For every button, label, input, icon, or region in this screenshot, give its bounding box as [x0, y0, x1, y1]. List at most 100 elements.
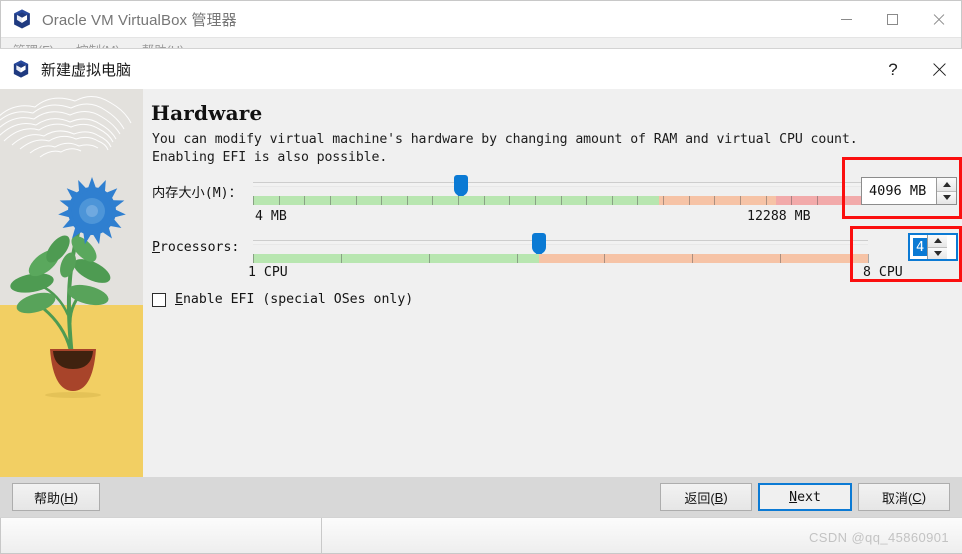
wizard-page-content: Hardware You can modify virtual machine'… [143, 89, 962, 479]
processors-slider-handle[interactable] [531, 233, 546, 254]
flower-pot-illustration [0, 89, 143, 479]
scale-tick [278, 196, 280, 205]
next-button[interactable]: Next [758, 483, 852, 511]
back-button[interactable]: 返回(B) [660, 483, 752, 511]
scale-tick [253, 254, 254, 263]
help-button-accel: H [64, 489, 74, 505]
processors-row: Processors: 1 CPU 8 CPU 4 [143, 231, 962, 287]
help-button-prefix: 帮助( [33, 490, 65, 506]
processors-max-label: 8 CPU [863, 265, 903, 280]
memory-decrement-button[interactable] [937, 190, 956, 204]
dialog-close-button[interactable] [916, 49, 962, 89]
processors-value[interactable]: 4 [913, 238, 928, 256]
dialog-help-button[interactable]: ? [870, 49, 916, 89]
scale-tick [611, 196, 613, 205]
memory-size-value[interactable]: 4096 MB [862, 178, 936, 204]
dialog-titlebar: 新建虚拟电脑 ? [0, 49, 962, 89]
scale-tick [509, 196, 511, 205]
statusbar-divider [321, 518, 322, 554]
processors-slider[interactable] [253, 231, 869, 269]
minimize-icon [840, 18, 852, 20]
dialog-body: Hardware You can modify virtual machine'… [0, 89, 962, 479]
cancel-button-accel: C [912, 489, 922, 505]
processors-decrement-button[interactable] [928, 246, 948, 259]
manager-titlebar: Oracle VM VirtualBox 管理器 [1, 1, 961, 37]
manager-statusbar: CSDN @qq_45860901 [1, 517, 962, 554]
virtualbox-cube-icon [13, 60, 29, 78]
back-button-prefix: 返回( [684, 490, 715, 506]
watermark-text: CSDN @qq_45860901 [809, 530, 949, 545]
screenshot-root: Oracle VM VirtualBox 管理器 管理(F) 控制(M) 帮助(… [0, 0, 962, 554]
manager-minimize-button[interactable] [823, 1, 869, 37]
enable-efi-accel: E [175, 292, 183, 307]
memory-size-spinbox[interactable]: 4096 MB [861, 177, 957, 205]
question-mark-icon: ? [888, 59, 898, 79]
scale-tick [663, 196, 664, 205]
scale-tick [483, 196, 485, 205]
page-title: Hardware [151, 101, 263, 125]
chevron-up-icon [942, 181, 951, 187]
enable-efi-checkbox[interactable] [152, 292, 166, 307]
scale-tick [688, 196, 690, 205]
back-button-suffix: ) [723, 489, 728, 505]
processors-slider-groove[interactable] [253, 240, 868, 245]
scale-tick [381, 196, 383, 205]
processors-increment-button[interactable] [928, 235, 948, 247]
dialog-title: 新建虚拟电脑 [41, 61, 132, 79]
manager-maximize-button[interactable] [869, 1, 915, 37]
memory-size-row: 内存大小(M)： 4 MB 12288 MB 4096 MB [143, 173, 962, 233]
help-button[interactable]: 帮助(H) [12, 483, 100, 511]
scale-tick [637, 196, 639, 205]
scale-tick [604, 254, 606, 263]
page-description: You can modify virtual machine's hardwar… [152, 132, 858, 165]
cancel-button[interactable]: 取消(C) [858, 483, 950, 511]
scale-tick [560, 196, 562, 205]
scale-tick [432, 196, 434, 205]
scale-tick [780, 254, 782, 263]
processors-min-label: 1 CPU [248, 265, 288, 280]
scale-tick [406, 196, 408, 205]
scale-tick [714, 196, 716, 205]
dialog-caption-buttons: ? [870, 49, 962, 89]
memory-slider-groove[interactable] [253, 182, 868, 187]
memory-size-label-text: 内存大小(M)： [152, 186, 242, 201]
processors-spin-buttons [927, 235, 948, 259]
memory-increment-button[interactable] [937, 178, 956, 191]
enable-efi-row[interactable]: Enable EFI (special OSes only) [152, 292, 413, 307]
memory-slider-handle[interactable] [453, 175, 468, 196]
scale-tick [355, 196, 357, 205]
scale-tick [791, 196, 793, 205]
chevron-down-icon [933, 250, 942, 256]
scale-tick [304, 196, 306, 205]
scale-tick [340, 254, 342, 263]
processors-label-accel: P [152, 240, 160, 255]
chevron-up-icon [933, 238, 942, 244]
next-button-accel: N [789, 489, 798, 505]
scale-tick [534, 196, 536, 205]
memory-size-slider[interactable] [253, 173, 869, 211]
processors-spinbox[interactable]: 4 [908, 233, 958, 261]
manager-close-button[interactable] [915, 1, 961, 37]
next-button-suffix: ext [797, 489, 821, 505]
processors-label-text: rocessors: [159, 240, 240, 255]
new-vm-wizard-dialog: 新建虚拟电脑 ? Hardware You can modify virtual… [0, 48, 962, 518]
manager-title: Oracle VM VirtualBox 管理器 [42, 11, 237, 29]
scale-tick [692, 254, 694, 263]
help-button-suffix: ) [73, 489, 79, 505]
manager-caption-buttons [823, 1, 961, 37]
close-icon [932, 62, 947, 77]
plant-drawing-icon [10, 177, 126, 398]
scale-tick [458, 196, 459, 205]
processors-label: Processors: [152, 240, 239, 255]
chevron-down-icon [942, 195, 951, 201]
scale-tick [765, 196, 767, 205]
scale-tick [868, 254, 869, 263]
memory-max-label: 12288 MB [747, 209, 811, 224]
scale-tick [253, 196, 254, 205]
memory-spin-buttons [936, 178, 956, 204]
memory-slider-ticks [253, 196, 869, 205]
scale-tick [586, 196, 588, 205]
cancel-button-suffix: ) [921, 489, 927, 505]
memory-size-label: 内存大小(M)： [152, 182, 242, 201]
virtualbox-cube-icon [14, 9, 30, 29]
